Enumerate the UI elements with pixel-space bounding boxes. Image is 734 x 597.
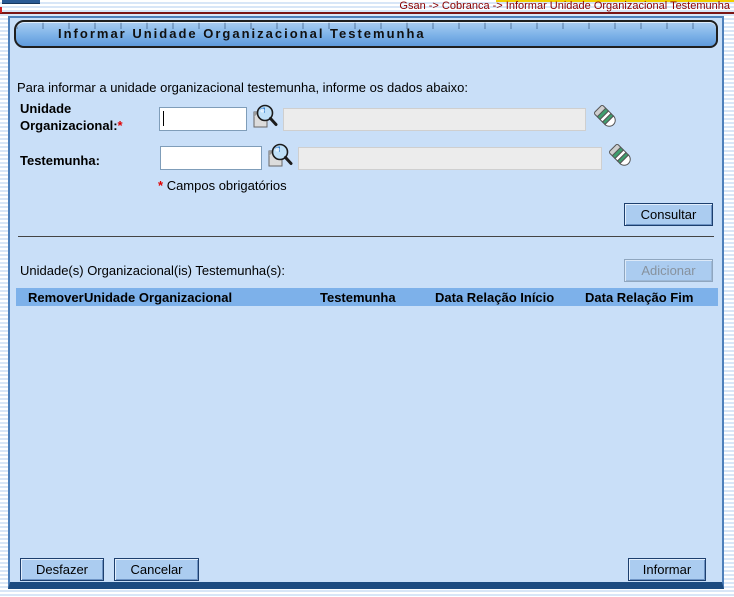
top-navigation-bar: Gsan -> Cobranca -> Informar Unidade Org… (0, 0, 734, 14)
cancelar-button[interactable]: Cancelar (114, 558, 199, 581)
eraser-icon (592, 103, 618, 129)
list-section-label: Unidade(s) Organizacional(is) Testemunha… (20, 263, 285, 278)
column-header-data-relacao-fim: Data Relação Fim (585, 290, 718, 305)
consultar-button[interactable]: Consultar (624, 203, 713, 226)
desfazer-button[interactable]: Desfazer (20, 558, 104, 581)
breadcrumb-underline (0, 12, 734, 14)
top-left-bar (2, 0, 40, 4)
page-title: Informar Unidade Organizacional Testemun… (16, 22, 716, 46)
unidade-organizacional-description-field (283, 108, 586, 131)
column-header-testemunha: Testemunha (320, 290, 435, 305)
informar-button[interactable]: Informar (628, 558, 706, 581)
column-header-remover: Remover (16, 290, 84, 305)
gsan-screen: Gsan -> Cobranca -> Informar Unidade Org… (0, 0, 734, 597)
testemunha-label: Testemunha: (20, 152, 152, 169)
unidade-organizacional-label: Unidade Organizacional:* (20, 100, 152, 134)
text-cursor (163, 111, 164, 126)
unidade-organizacional-lookup-button[interactable] (251, 103, 278, 130)
required-fields-note: * Campos obrigatórios (158, 178, 287, 193)
page-title-bar: Informar Unidade Organizacional Testemun… (14, 20, 718, 48)
left-red-mark (0, 7, 2, 13)
testemunha-erase-button[interactable] (607, 141, 634, 168)
unidade-organizacional-erase-button[interactable] (592, 102, 619, 129)
section-divider (18, 236, 714, 237)
unidade-organizacional-code-input[interactable] (159, 107, 247, 131)
required-asterisk: * (158, 178, 163, 193)
testemunha-lookup-button[interactable] (266, 142, 293, 169)
testemunha-code-input[interactable] (160, 146, 262, 170)
testemunha-description-field (298, 147, 602, 170)
form-instruction: Para informar a unidade organizacional t… (17, 80, 468, 95)
column-header-data-relacao-inicio: Data Relação Início (435, 290, 585, 305)
eraser-icon (607, 142, 633, 168)
column-header-unidade-organizacional: Unidade Organizacional (84, 290, 320, 305)
results-table-header: Remover Unidade Organizacional Testemunh… (16, 288, 718, 306)
adicionar-button[interactable]: Adicionar (624, 259, 713, 282)
magnifier-document-icon (266, 142, 293, 169)
required-asterisk: * (118, 118, 123, 133)
magnifier-document-icon (251, 103, 278, 130)
breadcrumb[interactable]: Gsan -> Cobranca -> Informar Unidade Org… (399, 1, 730, 12)
main-panel: Informar Unidade Organizacional Testemun… (8, 16, 724, 589)
